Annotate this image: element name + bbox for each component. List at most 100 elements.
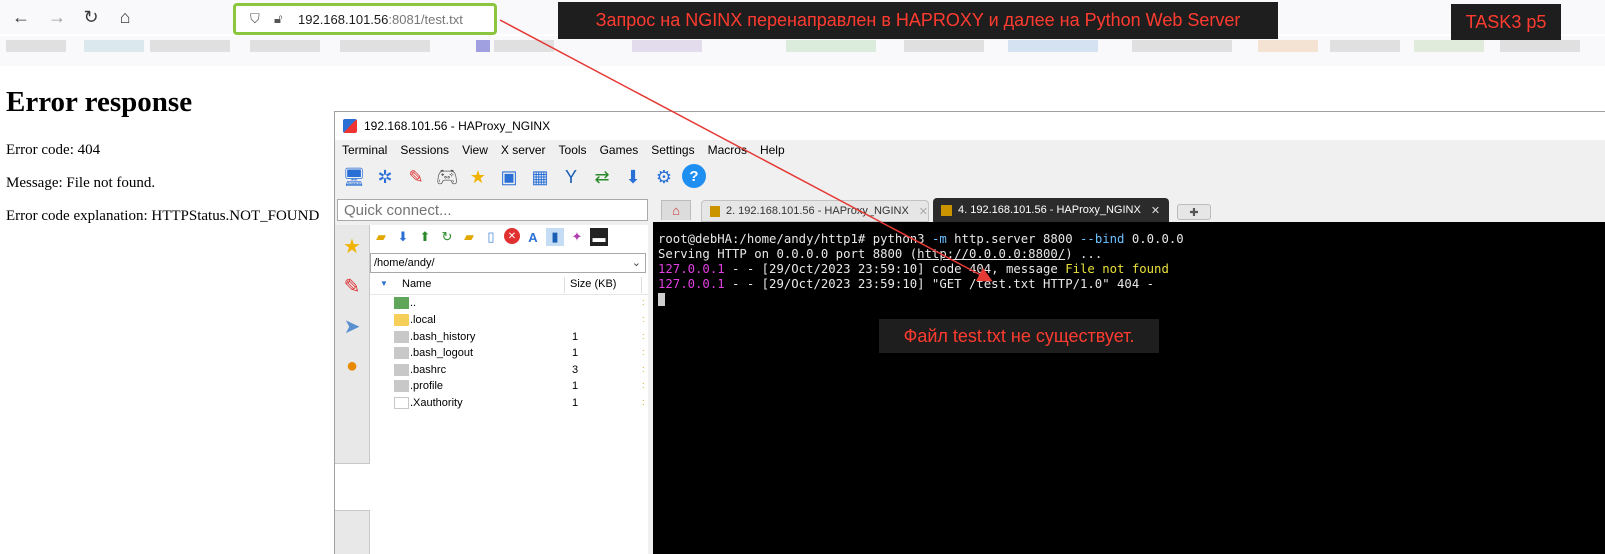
list-item[interactable]: .bash_logout 1 : [370, 346, 648, 362]
terminal-cursor [658, 292, 665, 307]
error-title: Error response [6, 86, 193, 118]
download-icon[interactable]: ⬇ [394, 228, 412, 246]
current-path: /home/andy/ [374, 257, 435, 269]
list-item[interactable]: .. : [370, 296, 648, 312]
terminal[interactable]: root@debHA:/home/andy/http1# python3 -m … [653, 222, 1605, 554]
split-icon[interactable]: ▦ [527, 164, 553, 190]
view-icon[interactable]: ▣ [496, 164, 522, 190]
error-explanation: Error code explanation: HTTPStatus.NOT_F… [6, 208, 320, 224]
session-icon[interactable]: 🖥︎ [341, 164, 367, 190]
ssh-key-icon [710, 205, 720, 217]
file-icon [394, 397, 409, 409]
menu-settings[interactable]: Settings [651, 143, 694, 157]
list-item[interactable]: .bashrc 3 : [370, 363, 648, 379]
parent-folder-icon [394, 297, 409, 309]
url-path: :8081/test.txt [388, 11, 463, 27]
follow-terminal-icon[interactable]: ▮ [546, 228, 564, 246]
rename-icon[interactable]: A [524, 228, 542, 246]
reload-icon[interactable]: ↻ [78, 4, 104, 30]
file-icon [394, 380, 409, 392]
menu-tools[interactable]: Tools [559, 143, 587, 157]
list-item[interactable]: .bash_history 1 : [370, 330, 648, 346]
menu-xserver[interactable]: X server [501, 143, 546, 157]
macros-send-icon[interactable]: ➤ [339, 313, 365, 339]
menu-games[interactable]: Games [600, 143, 639, 157]
file-list-header: ▼ Name Size (KB) [370, 275, 648, 295]
servers-icon[interactable]: ✲ [372, 164, 398, 190]
sftp-toolbar: ▰ ⬇ ⬆ ↻ ▰ ▯ ✕ A ▮ ✦ ▬ [372, 228, 612, 250]
list-item[interactable]: .local : [370, 313, 648, 329]
sort-caret-icon[interactable]: ▼ [380, 279, 388, 288]
side-rail: ★ ✎ ➤ ● [335, 225, 370, 554]
tab-session-2[interactable]: 2. 192.168.101.56 - HAProxy_NGINX ✕ [701, 200, 929, 222]
column-name[interactable]: Name [402, 278, 431, 290]
error-code: Error code: 404 [6, 142, 101, 158]
new-folder-icon[interactable]: ▰ [460, 228, 478, 246]
menu-view[interactable]: View [462, 143, 488, 157]
new-file-icon[interactable]: ▯ [482, 228, 500, 246]
file-icon [394, 347, 409, 359]
main-toolbar: 🖥︎ ✲ ✎ 🎮︎ ★ ▣ ▦ Y ⇄ ⬇ ⚙ ? [341, 164, 711, 192]
home-icon[interactable]: ⌂ [112, 4, 138, 30]
annotation-terminal: Файл test.txt не существует. [879, 319, 1159, 353]
settings-gear-icon[interactable]: ⚙ [651, 164, 677, 190]
help-icon[interactable]: ? [682, 164, 706, 188]
magic-wand-icon[interactable]: ✦ [568, 228, 586, 246]
session-tabs: ⌂ 2. 192.168.101.56 - HAProxy_NGINX ✕ 4.… [653, 196, 1605, 222]
menu-sessions[interactable]: Sessions [400, 143, 449, 157]
list-item[interactable]: .Xauthority 1 : [370, 396, 648, 412]
path-dropdown[interactable]: /home/andy/ ⌄ [370, 253, 646, 273]
sftp-tab-active[interactable] [335, 463, 370, 511]
annotation-main: Запрос на NGINX перенаправлен в HAPROXY … [558, 2, 1278, 39]
insecure-lock-icon[interactable]: 🔓︎ [274, 12, 288, 26]
file-icon [394, 331, 409, 343]
folder-icon [394, 314, 409, 326]
refresh-icon[interactable]: ↻ [438, 228, 456, 246]
home-tab-icon[interactable]: ⌂ [661, 200, 691, 220]
terminal-icon[interactable]: ▬ [590, 228, 608, 246]
tools-rail-icon[interactable]: ✎ [339, 273, 365, 299]
terminal-line: root@debHA:/home/andy/http1# python3 -m … [658, 232, 1184, 246]
terminal-line: 127.0.0.1 - - [29/Oct/2023 23:59:10] cod… [658, 262, 1169, 276]
sftp-panel: ▰ ⬇ ⬆ ↻ ▰ ▯ ✕ A ▮ ✦ ▬ /home/andy/ ⌄ ▼ Na… [370, 225, 648, 554]
menu-macros[interactable]: Macros [708, 143, 747, 157]
terminal-line: 127.0.0.1 - - [29/Oct/2023 23:59:10] "GE… [658, 277, 1155, 291]
sessions-star-icon[interactable]: ★ [339, 233, 365, 259]
menu-bar: Terminal Sessions View X server Tools Ga… [335, 140, 791, 160]
terminal-line: Serving HTTP on 0.0.0.0 port 8800 (http:… [658, 247, 1103, 261]
menu-help[interactable]: Help [760, 143, 785, 157]
quick-connect-input[interactable] [337, 199, 648, 221]
games-icon[interactable]: 🎮︎ [434, 164, 460, 190]
sftp-globe-icon[interactable]: ● [339, 353, 365, 379]
terminal-link[interactable]: http://0.0.0.0:8800/ [917, 247, 1065, 261]
upload-icon[interactable]: ⬆ [416, 228, 434, 246]
bookmarks-bar [0, 36, 1605, 66]
menu-terminal[interactable]: Terminal [342, 143, 387, 157]
file-icon [394, 364, 409, 376]
ssh-key-icon [941, 204, 952, 216]
column-size[interactable]: Size (KB) [570, 278, 616, 290]
multiexec-icon[interactable]: Y [558, 164, 584, 190]
close-icon[interactable]: ✕ [1151, 204, 1160, 217]
annotation-task: TASK3 p5 [1451, 4, 1561, 40]
window-titlebar: 192.168.101.56 - HAProxy_NGINX [335, 112, 1605, 140]
delete-icon[interactable]: ✕ [504, 228, 520, 244]
close-icon[interactable]: ✕ [919, 205, 928, 218]
forward-icon[interactable]: → [44, 4, 70, 30]
url-bar[interactable]: ⛉ 🔓︎ 192.168.101.56:8081/test.txt [233, 3, 497, 35]
back-icon[interactable]: ← [8, 4, 34, 30]
tunneling-icon[interactable]: ⇄ [589, 164, 615, 190]
tools-icon[interactable]: ✎ [403, 164, 429, 190]
sessions-star-icon[interactable]: ★ [465, 164, 491, 190]
list-item[interactable]: .profile 1 : [370, 379, 648, 395]
error-message: Message: File not found. [6, 175, 156, 191]
url-host: 192.168.101.56 [298, 11, 389, 27]
chevron-down-icon: ⌄ [631, 257, 641, 269]
mobaxterm-logo-icon [343, 119, 357, 133]
tab-session-4[interactable]: 4. 192.168.101.56 - HAProxy_NGINX ✕ [933, 198, 1169, 222]
window-title: 192.168.101.56 - HAProxy_NGINX [364, 119, 551, 133]
folder-up-icon[interactable]: ▰ [372, 228, 390, 246]
packages-icon[interactable]: ⬇ [620, 164, 646, 190]
new-tab-icon[interactable]: ✚ [1177, 204, 1211, 220]
shield-icon[interactable]: ⛉ [250, 12, 264, 26]
